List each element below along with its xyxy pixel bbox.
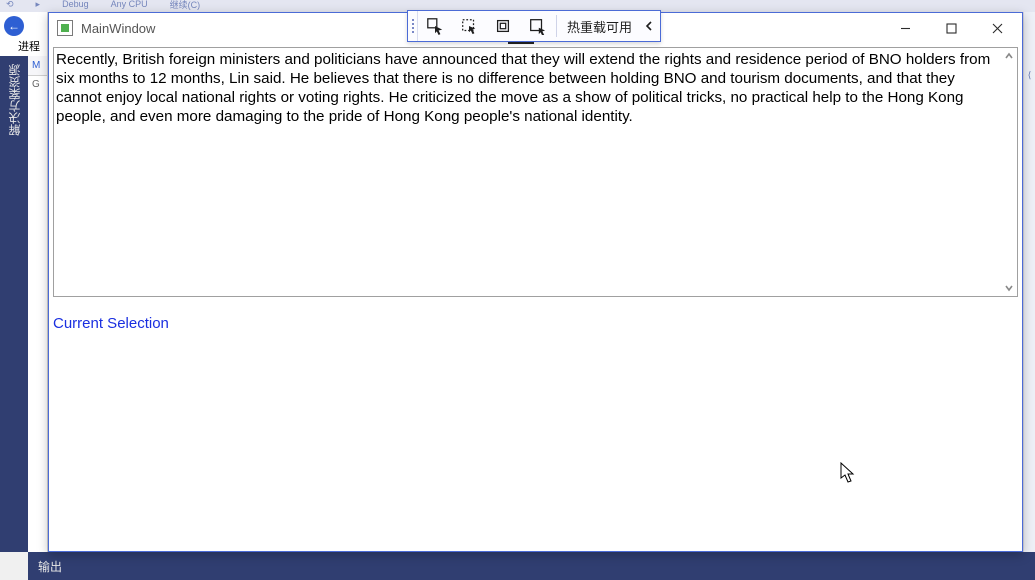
window-title: MainWindow <box>81 21 155 36</box>
vs-right-strip: ⟨ <box>1023 12 1035 552</box>
window-client-area: Recently, British foreign ministers and … <box>49 43 1022 551</box>
vs-sidebar-vertical-label: 解决方案资源 <box>0 56 29 552</box>
toolbar-grip-icon[interactable] <box>408 11 418 41</box>
toolbar-separator <box>556 15 557 37</box>
hot-reload-label: 热重载可用 <box>559 11 642 41</box>
app-icon <box>57 20 73 36</box>
vs-left-top: ← 进程 <box>0 12 48 56</box>
textbox-scrollbar[interactable] <box>1000 48 1017 296</box>
vs-top-icons: ⟲ ▸ Debug Any CPU 继续(C) <box>0 0 1035 10</box>
vs-right-mark: ⟨ <box>1024 12 1035 81</box>
process-label: 进程 <box>18 38 40 54</box>
hot-reload-active-underline <box>508 42 534 44</box>
vs-bottom-panel-header[interactable]: 输出 <box>28 552 1035 580</box>
close-button[interactable] <box>974 13 1020 43</box>
vs-left-tab-g[interactable]: G <box>28 76 47 93</box>
vs-left-sidebar: 解决方案资源 <box>0 56 28 552</box>
main-window: MainWindow Recently, British foreign min… <box>48 12 1023 552</box>
back-nav-icon[interactable]: ← <box>4 16 24 36</box>
vs-top-item: ⟲ <box>6 0 14 10</box>
vs-left-tab-m[interactable]: M <box>28 56 47 76</box>
select-element-button[interactable] <box>418 11 452 41</box>
minimize-button[interactable] <box>882 13 928 43</box>
inspect-button[interactable] <box>452 11 486 41</box>
vs-output-label: 输出 <box>38 558 62 575</box>
vs-top-item: Any CPU <box>111 0 148 9</box>
vs-top-item: 继续(C) <box>170 0 201 10</box>
scroll-down-icon[interactable] <box>1003 282 1015 294</box>
main-textbox-content[interactable]: Recently, British foreign ministers and … <box>54 48 999 296</box>
vs-left-tabwell: M G <box>28 56 48 552</box>
current-selection-label[interactable]: Current Selection <box>53 315 169 332</box>
vs-top-item: ▸ <box>36 0 41 10</box>
maximize-button[interactable] <box>928 13 974 43</box>
toolbar-collapse-button[interactable] <box>642 11 660 41</box>
main-textbox[interactable]: Recently, British foreign ministers and … <box>53 47 1018 297</box>
vs-top-item: Debug <box>62 0 89 9</box>
layout-adorners-button[interactable] <box>486 11 520 41</box>
scroll-up-icon[interactable] <box>1003 50 1015 62</box>
track-focus-button[interactable] <box>520 11 554 41</box>
hot-reload-toolbar[interactable]: 热重载可用 <box>407 10 661 42</box>
